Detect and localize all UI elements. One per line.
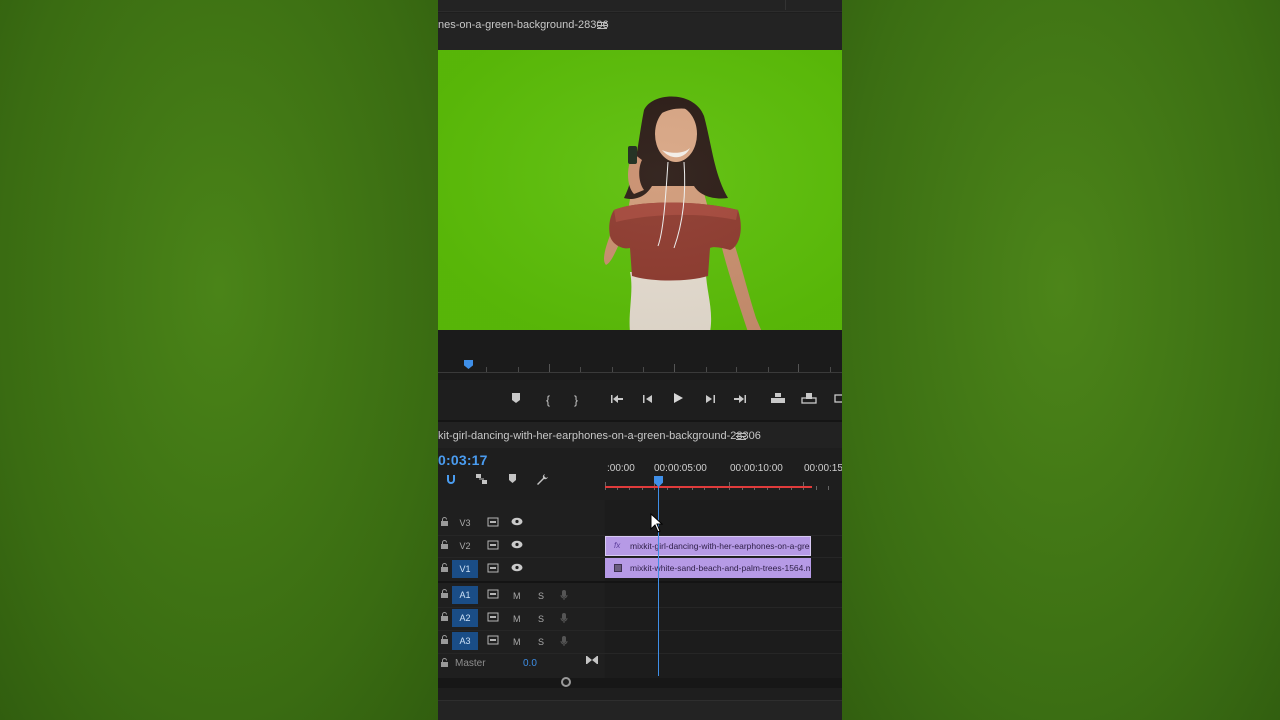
timeline-header: kit-girl-dancing-with-her-earphones-on-a… [438, 422, 842, 448]
snap-icon[interactable] [444, 473, 458, 487]
clip-v1[interactable]: mixkit-white-sand-beach-and-palm-trees-1… [605, 558, 811, 578]
work-area-bar[interactable] [605, 486, 812, 488]
ruler-label: 00:00:15 [804, 463, 842, 474]
ruler-label: :00:00 [607, 463, 635, 474]
track-label-v2[interactable]: V2 [452, 537, 478, 555]
mouse-cursor-icon [650, 513, 664, 533]
step-forward-icon[interactable] [701, 391, 719, 409]
bowtie-icon[interactable] [586, 655, 598, 667]
go-to-out-icon[interactable] [731, 391, 749, 409]
lock-icon[interactable] [438, 612, 450, 624]
premiere-window: nes-on-a-green-background-28306 {} kit-… [438, 0, 842, 720]
toggle-output-icon[interactable] [487, 612, 499, 624]
mic-icon[interactable] [558, 589, 570, 601]
lock-icon[interactable] [438, 517, 450, 529]
toggle-output-icon[interactable] [487, 517, 499, 529]
mic-icon[interactable] [558, 635, 570, 647]
lock-icon[interactable] [438, 563, 450, 575]
mic-icon[interactable] [558, 612, 570, 624]
program-video-frame[interactable] [438, 50, 842, 330]
eye-icon[interactable] [511, 540, 523, 552]
program-mini-ruler[interactable] [438, 362, 842, 374]
track-label-a2[interactable]: A2 [452, 609, 478, 627]
master-label: Master [455, 658, 486, 669]
track-label-v3[interactable]: V3 [452, 514, 478, 532]
eye-icon[interactable] [511, 563, 523, 575]
bottom-bar [438, 700, 842, 720]
video-clip-icon [614, 564, 622, 572]
timeline-sequence-title[interactable]: kit-girl-dancing-with-her-earphones-on-a… [438, 430, 761, 442]
toggle-output-icon[interactable] [487, 563, 499, 575]
program-monitor-header: nes-on-a-green-background-28306 [438, 13, 842, 50]
lock-icon[interactable] [438, 589, 450, 601]
lock-icon[interactable] [438, 635, 450, 647]
fx-badge: fx [614, 541, 621, 550]
menu-icon[interactable] [736, 433, 746, 441]
track-label-v1[interactable]: V1 [452, 560, 478, 578]
menu-icon[interactable] [597, 22, 607, 30]
out-point-icon[interactable]: } [567, 391, 585, 409]
mute-button[interactable]: M [513, 614, 521, 624]
linked-selection-icon[interactable] [474, 473, 488, 487]
timeline-scrollbar[interactable] [438, 678, 842, 688]
insert-icon[interactable] [769, 391, 787, 409]
top-strip [438, 0, 842, 12]
marker-icon[interactable] [507, 391, 525, 409]
timeline-playhead-line[interactable] [658, 480, 659, 676]
toggle-output-icon[interactable] [487, 635, 499, 647]
program-monitor-title[interactable]: nes-on-a-green-background-28306 [438, 19, 609, 31]
in-point-icon[interactable]: { [539, 391, 557, 409]
ruler-label: 00:00:10:00 [730, 463, 783, 474]
background-left [0, 0, 438, 720]
clip-v2[interactable]: fx mixkit-girl-dancing-with-her-earphone… [605, 536, 811, 556]
eye-icon[interactable] [511, 517, 523, 529]
export-frame-icon[interactable] [831, 391, 842, 409]
go-to-in-icon[interactable] [608, 391, 626, 409]
scroll-knob-icon[interactable] [561, 677, 571, 687]
solo-button[interactable]: S [538, 637, 544, 647]
toggle-output-icon[interactable] [487, 589, 499, 601]
lock-icon[interactable] [438, 658, 450, 670]
transport-controls: { } [438, 382, 842, 418]
track-label-a3[interactable]: A3 [452, 632, 478, 650]
track-label-a1[interactable]: A1 [452, 586, 478, 604]
add-marker-icon[interactable] [505, 473, 519, 487]
step-back-icon[interactable] [639, 391, 657, 409]
master-volume-value[interactable]: 0.0 [523, 658, 537, 669]
ruler-label: 00:00:05:00 [654, 463, 707, 474]
timeline-timecode[interactable]: 0:03:17 [438, 452, 488, 468]
wrench-icon[interactable] [535, 473, 549, 487]
lock-icon[interactable] [438, 540, 450, 552]
overwrite-icon[interactable] [800, 391, 818, 409]
video-shading [438, 50, 842, 330]
mute-button[interactable]: M [513, 637, 521, 647]
toggle-output-icon[interactable] [487, 540, 499, 552]
mute-button[interactable]: M [513, 591, 521, 601]
background-right [842, 0, 1280, 720]
solo-button[interactable]: S [538, 591, 544, 601]
play-icon[interactable] [669, 391, 687, 409]
solo-button[interactable]: S [538, 614, 544, 624]
